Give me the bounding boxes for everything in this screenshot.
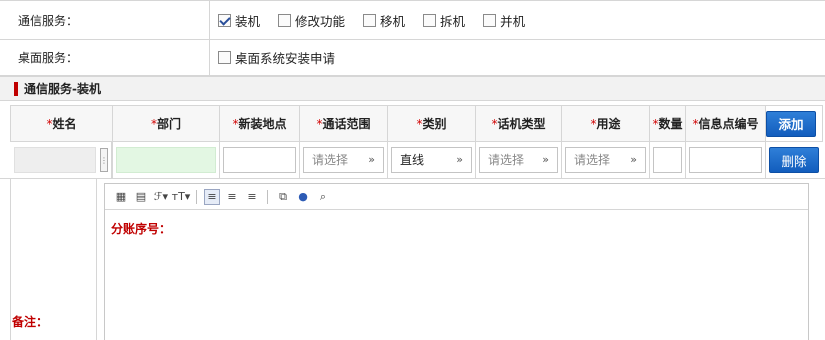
header-phone-type: *话机类型 (475, 105, 562, 142)
delete-cell: 删除 (766, 142, 823, 179)
divider (0, 178, 825, 179)
preview-icon[interactable]: ⌕ (315, 189, 331, 205)
option-label: 装机 (235, 13, 261, 29)
department-input[interactable] (116, 146, 216, 173)
option-modify[interactable]: 修改功能 (278, 11, 345, 30)
comm-service-options: 装机 修改功能 移机 拆机 并机 (210, 1, 825, 39)
font-family-icon[interactable]: ℱ▾ (153, 189, 169, 205)
header-call-range: *通话范围 (299, 105, 388, 142)
install-table: *姓名 *部门 *新装地点 *通话范围 *类别 *话机类型 *用途 *数量 *信… (10, 105, 823, 179)
call-range-value: 请选择 (312, 153, 349, 168)
help-icon[interactable]: ● (295, 189, 311, 205)
option-desktop-install[interactable]: 桌面系统安装申请 (218, 48, 335, 67)
option-label: 修改功能 (295, 13, 346, 29)
remove-checkbox[interactable] (423, 13, 437, 27)
location-cell (219, 141, 300, 179)
divider (10, 178, 11, 340)
purpose-cell: 请选择 » (561, 141, 650, 179)
option-label: 移机 (380, 13, 406, 29)
name-cell: ⋮ (11, 142, 112, 178)
move-checkbox[interactable] (363, 13, 377, 27)
call-range-cell: 请选择 » (299, 141, 388, 179)
comm-service-label: 通信服务： (0, 1, 210, 39)
delete-button[interactable]: 删除 (769, 147, 819, 173)
location-input[interactable] (223, 146, 296, 173)
desktop-service-options: 桌面系统安装申请 (210, 40, 825, 75)
phone-type-value: 请选择 (488, 153, 525, 168)
table-row: ⋮ 请选择 » 直线 » 请选择 » 请选择 » 删除 (11, 141, 823, 179)
chevron-down-icon: » (368, 153, 375, 167)
section-marker (14, 81, 18, 96)
source-icon[interactable]: ▦ (113, 189, 129, 205)
section-title: 通信服务-装机 (24, 82, 101, 96)
call-range-select[interactable]: 请选择 » (303, 146, 384, 173)
option-remove[interactable]: 拆机 (423, 11, 465, 30)
desktop-service-label: 桌面服务： (0, 40, 210, 75)
quantity-cell (649, 141, 686, 179)
info-point-input[interactable] (689, 146, 762, 173)
comm-service-row: 通信服务： 装机 修改功能 移机 拆机 并机 (0, 0, 825, 40)
option-label: 桌面系统安装申请 (235, 51, 336, 66)
editor-toolbar: ▦ ▤ ℱ▾ ᴛT▾ ≡ ≡ ≡ ⧉ ● ⌕ (105, 184, 808, 210)
header-purpose: *用途 (561, 105, 650, 142)
header-name: *姓名 (10, 105, 113, 142)
desktop-service-row: 桌面服务： 桌面系统安装申请 (0, 40, 825, 76)
merge-checkbox[interactable] (483, 13, 497, 27)
option-move[interactable]: 移机 (363, 11, 405, 30)
header-category: *类别 (387, 105, 476, 142)
font-size-icon[interactable]: ᴛT▾ (172, 189, 191, 205)
table-header-row: *姓名 *部门 *新装地点 *通话范围 *类别 *话机类型 *用途 *数量 *信… (10, 105, 823, 142)
paste-icon[interactable]: ▤ (133, 189, 149, 205)
name-picker-handle[interactable]: ⋮ (100, 148, 108, 172)
option-install[interactable]: 装机 (218, 11, 260, 30)
option-label: 并机 (500, 13, 526, 29)
add-button[interactable]: 添加 (766, 110, 816, 137)
modify-checkbox[interactable] (278, 13, 292, 27)
remark-editor[interactable]: ▦ ▤ ℱ▾ ᴛT▾ ≡ ≡ ≡ ⧉ ● ⌕ 分账序号： (104, 183, 809, 340)
align-left-icon[interactable]: ≡ (204, 188, 220, 205)
section-header: 通信服务-装机 (0, 76, 825, 101)
category-cell: 直线 » (387, 141, 476, 179)
header-quantity: *数量 (649, 105, 686, 142)
editor-content[interactable]: 分账序号： (105, 210, 808, 247)
option-merge[interactable]: 并机 (483, 11, 525, 30)
toolbar-separator (196, 189, 197, 204)
desktop-install-checkbox[interactable] (218, 51, 231, 64)
align-center-icon[interactable]: ≡ (224, 189, 240, 205)
header-info-point: *信息点编号 (685, 105, 766, 142)
option-label: 拆机 (440, 13, 466, 29)
quantity-input[interactable] (653, 146, 682, 173)
chevron-down-icon: » (456, 153, 463, 167)
divider (96, 178, 97, 340)
header-location: *新装地点 (219, 105, 300, 142)
department-cell (112, 141, 220, 179)
chevron-down-icon: » (542, 153, 549, 167)
phone-type-select[interactable]: 请选择 » (479, 146, 558, 173)
copy-icon[interactable]: ⧉ (275, 189, 291, 205)
purpose-value: 请选择 (574, 153, 611, 168)
chevron-down-icon: » (630, 153, 637, 167)
toolbar-separator (267, 189, 268, 204)
header-department: *部门 (112, 105, 220, 142)
category-select[interactable]: 直线 » (391, 146, 472, 173)
name-input[interactable] (13, 147, 96, 173)
category-value: 直线 (400, 153, 425, 168)
align-right-icon[interactable]: ≡ (244, 189, 260, 205)
info-point-cell (685, 141, 766, 179)
purpose-select[interactable]: 请选择 » (565, 146, 646, 173)
phone-type-cell: 请选择 » (475, 141, 562, 179)
remark-label: 备注： (12, 315, 49, 329)
add-cell: 添加 (765, 105, 823, 142)
install-checkbox[interactable] (218, 13, 231, 27)
